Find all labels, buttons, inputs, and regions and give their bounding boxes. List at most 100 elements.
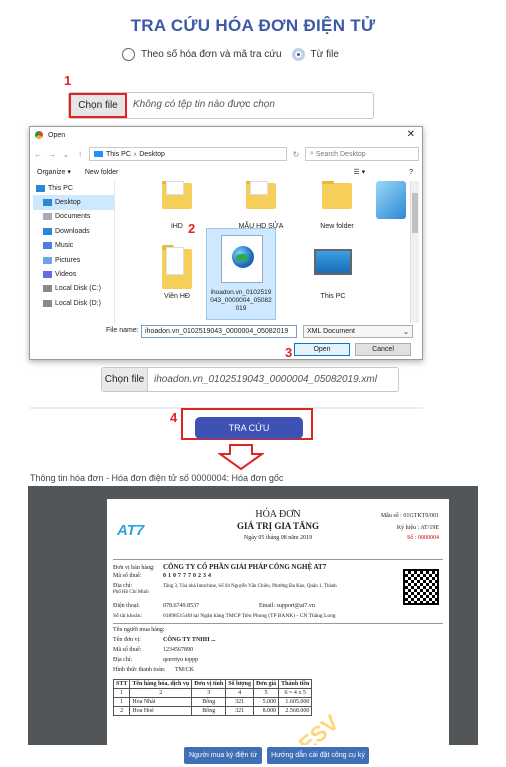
file-new-folder[interactable]: New folder <box>302 223 372 230</box>
table-row: 2 Hoa Hoè Bông 321 8.000 2.568.000 <box>112 706 313 716</box>
open-button[interactable]: Open <box>294 343 350 356</box>
desktop-icon <box>43 199 52 207</box>
selected-file-name: ihoadon.vn_0102519043_0000004_05082019.x… <box>154 374 377 385</box>
at7-logo: AT7 <box>117 522 145 539</box>
dialog-toolbar: Organize ▾ New folder ☰ ▾ ? <box>33 165 419 179</box>
dialog-search-placeholder: Search Desktop <box>315 150 366 158</box>
monitor-icon <box>94 151 103 157</box>
invoice-document: HÓA ĐƠN GIÁ TRỊ GIA TĂNG Ngày 05 tháng 0… <box>107 499 449 745</box>
search-mode-radios: Theo số hóa đơn và mã tra cứu Từ file <box>122 48 339 61</box>
choose-file-button[interactable]: Chọn file <box>69 93 127 118</box>
organize-button[interactable]: Organize ▾ <box>37 168 71 176</box>
folder-icon[interactable] <box>162 245 192 289</box>
file-this-pc[interactable]: This PC <box>298 293 368 300</box>
search-button-highlight: TRA CỨU <box>181 408 313 440</box>
file-vien-hd[interactable]: Viền HĐ <box>142 293 212 300</box>
arrow-down-icon <box>218 444 264 470</box>
xml-file-name: ihoadon.vn_0102519043_0000004_05082019 <box>210 289 272 312</box>
search-button[interactable]: TRA CỨU <box>195 417 303 439</box>
globe-icon <box>232 246 254 268</box>
help-icon[interactable]: ? <box>409 169 413 176</box>
step-2-marker: 2 <box>188 221 196 236</box>
install-guide-button[interactable]: Hướng dẫn cài đặt công cụ ký <box>267 747 369 764</box>
invoice-number: Số : 0000004 <box>406 535 439 541</box>
up-icon[interactable]: ↑ <box>75 150 85 159</box>
new-folder-button[interactable]: New folder <box>85 169 118 176</box>
radio-from-file-label[interactable]: Từ file <box>311 49 339 60</box>
qr-code <box>403 569 439 605</box>
file-list: iHD MẪU HD SỬA New folder Viền HĐ ihoado… <box>118 181 408 323</box>
radio-from-file[interactable] <box>291 48 305 61</box>
table-row: 1 Hoa Nhài Bông 321 5.000 1.605.000 <box>112 697 313 707</box>
chrome-icon <box>35 131 43 139</box>
path-segment-1[interactable]: This PC <box>106 151 131 158</box>
file-chooser-selected: Chọn file ihoadon.vn_0102519043_0000004_… <box>101 367 399 392</box>
dialog-sidebar: This PC Desktop Documents Downloads Musi… <box>33 181 115 323</box>
close-icon[interactable]: ✕ <box>407 129 415 140</box>
buyer-name: CÔNG TY TNHH ... <box>163 637 216 643</box>
sidebar-item-videos[interactable]: Videos <box>33 267 114 281</box>
file-chooser: Chọn file Không có tệp tin nào được chọn <box>68 92 374 119</box>
radio-by-number-label[interactable]: Theo số hóa đơn và mã tra cứu <box>141 49 282 60</box>
invoice-symbol: Ký hiệu : AT/19E <box>396 525 439 531</box>
selected-xml-file[interactable]: ihoadon.vn_0102519043_0000004_05082019 <box>206 228 276 320</box>
step-3-marker: 3 <box>285 345 293 360</box>
downloads-icon <box>43 227 52 235</box>
sidebar-item-music[interactable]: Music <box>33 239 114 253</box>
sidebar-item-desktop[interactable]: Desktop <box>33 195 114 210</box>
dialog-search-input[interactable]: ⌕ Search Desktop <box>305 147 419 161</box>
sidebar-item-downloads[interactable]: Downloads <box>33 224 114 238</box>
sidebar-item-disk-c[interactable]: Local Disk (C:) <box>33 282 114 296</box>
dialog-titlebar: Open ✕ <box>30 127 422 143</box>
invoice-items-table: STT Tên hàng hóa, dịch vụ Đơn vị tính Số l… <box>112 679 313 716</box>
chevron-down-icon[interactable]: ⌄ <box>61 150 71 159</box>
sidebar-item-disk-d[interactable]: Local Disk (D:) <box>33 296 114 310</box>
sign-button[interactable]: Người mua ký điện tử <box>184 747 262 764</box>
this-pc-icon[interactable] <box>314 249 352 275</box>
path-segment-2[interactable]: Desktop <box>139 151 165 158</box>
documents-icon <box>43 213 52 221</box>
open-file-dialog: Open ✕ ← → ⌄ ↑ This PC › Desktop ↻ ⌕ Sea… <box>29 126 423 360</box>
file-ihd[interactable]: iHD <box>142 223 212 230</box>
invoice-viewer[interactable]: HÓA ĐƠN GIÁ TRỊ GIA TĂNG Ngày 05 tháng 0… <box>28 486 478 745</box>
videos-icon <box>43 271 52 279</box>
dialog-title: Open <box>48 131 66 139</box>
step-4-marker: 4 <box>170 410 178 425</box>
folder-icon[interactable] <box>322 181 352 209</box>
app-shortcut-icon[interactable] <box>376 181 406 219</box>
address-bar: ← → ⌄ ↑ This PC › Desktop ↻ ⌕ Search Des… <box>33 146 419 162</box>
pc-icon <box>36 184 45 192</box>
cancel-button[interactable]: Cancel <box>355 343 411 356</box>
file-name-label: File name: <box>106 327 139 334</box>
scrollbar[interactable] <box>410 181 419 323</box>
refresh-icon[interactable]: ↻ <box>291 150 301 159</box>
step-1-marker: 1 <box>64 73 72 88</box>
seller-name: CÔNG TY CỔ PHẦN GIẢI PHÁP CÔNG NGHỆ AT7 <box>163 563 327 571</box>
music-icon <box>43 242 52 250</box>
folder-icon[interactable] <box>246 181 276 209</box>
pictures-icon <box>43 256 52 264</box>
page-title: TRA CỨU HÓA ĐƠN ĐIỆN TỬ <box>130 16 376 35</box>
view-options-icon[interactable]: ☰ ▾ <box>353 168 365 176</box>
path-box[interactable]: This PC › Desktop <box>89 147 287 161</box>
seller-tax-code: 0107770234 <box>163 573 213 579</box>
disk-icon <box>43 285 52 293</box>
sidebar-item-pictures[interactable]: Pictures <box>33 253 114 267</box>
forward-icon[interactable]: → <box>47 150 57 159</box>
choose-file-button-2[interactable]: Chọn file <box>102 368 148 391</box>
sidebar-item-this-pc[interactable]: This PC <box>33 181 114 195</box>
invoice-info-text: Thông tin hóa đơn - Hóa đơn điện tử số 0… <box>30 473 284 483</box>
back-icon[interactable]: ← <box>33 150 43 159</box>
sidebar-item-documents[interactable]: Documents <box>33 210 114 224</box>
file-type-select[interactable]: XML Document ⌄ <box>303 325 413 338</box>
file-name-input[interactable]: ihoadon.vn_0102519043_0000004_05082019 <box>141 325 297 338</box>
xml-file-icon <box>221 235 263 283</box>
file-placeholder: Không có tệp tin nào được chọn <box>133 99 275 110</box>
bottom-actions: Người mua ký điện tử Hướng dẫn cài đặt c… <box>28 745 478 767</box>
radio-by-number[interactable] <box>122 48 135 61</box>
chevron-down-icon: ⌄ <box>403 328 409 336</box>
invoice-date: Ngày 05 tháng 08 năm 2019 <box>243 535 313 541</box>
folder-icon[interactable] <box>162 181 192 209</box>
invoice-form-no: Mẫu số : 01GTKT0/001 <box>380 513 439 519</box>
disk-icon <box>43 299 52 307</box>
